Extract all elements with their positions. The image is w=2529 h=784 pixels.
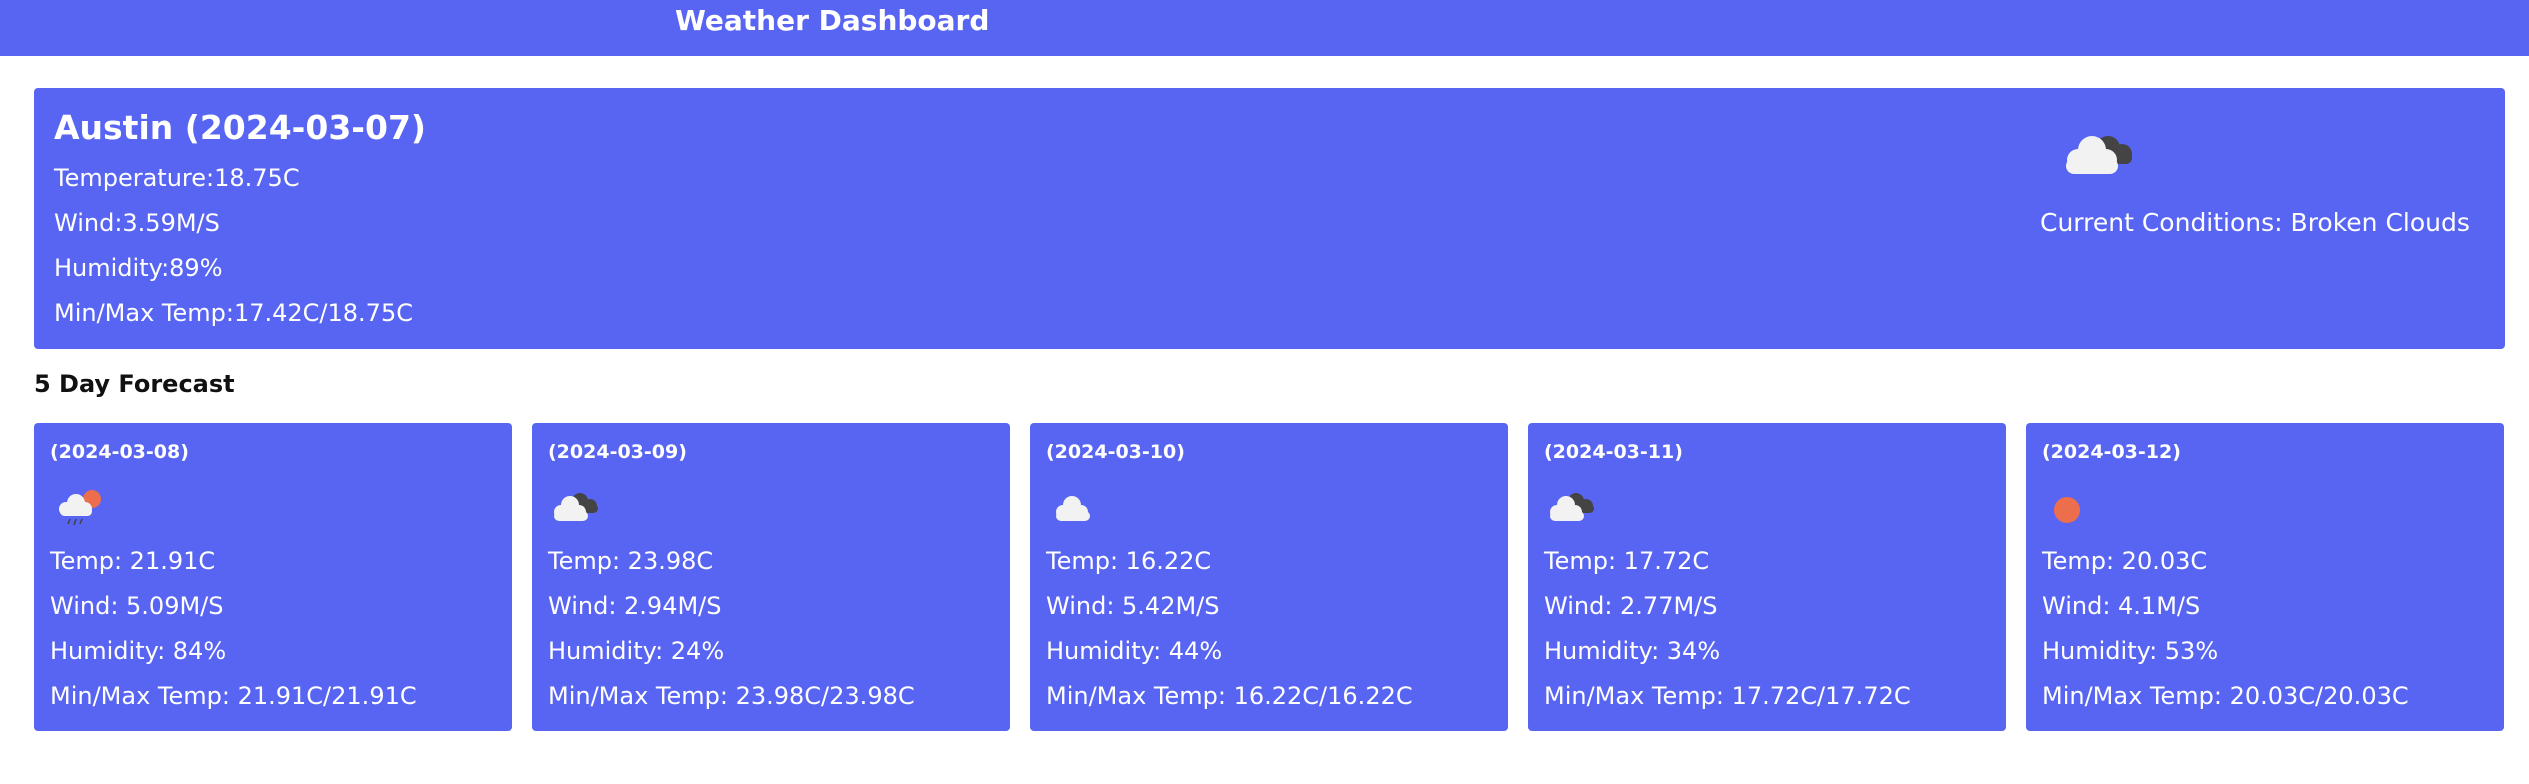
forecast-date: (2024-03-11)	[1544, 441, 1683, 463]
forecast-card: (2024-03-09) Temp: 23.98C Wind: 2.94M/S …	[532, 423, 1010, 731]
broken-clouds-icon	[554, 493, 598, 521]
page-title: Weather Dashboard	[675, 4, 990, 37]
forecast-minmax-temp: Min/Max Temp: 16.22C/16.22C	[1046, 682, 1413, 710]
forecast-card: (2024-03-12) Temp: 20.03C Wind: 4.1M/S H…	[2026, 423, 2504, 731]
forecast-humidity: Humidity: 24%	[548, 637, 725, 665]
forecast-card: (2024-03-08) Temp: 21.91C Wind: 5.09M/S …	[34, 423, 512, 731]
forecast-humidity: Humidity: 44%	[1046, 637, 1223, 665]
forecast-date: (2024-03-08)	[50, 441, 189, 463]
cloud-icon	[1056, 496, 1090, 521]
forecast-minmax-temp: Min/Max Temp: 20.03C/20.03C	[2042, 682, 2409, 710]
forecast-minmax-temp: Min/Max Temp: 23.98C/23.98C	[548, 682, 915, 710]
forecast-card: (2024-03-10) Temp: 16.22C Wind: 5.42M/S …	[1030, 423, 1508, 731]
current-temperature: Temperature:18.75C	[54, 164, 300, 192]
broken-clouds-icon	[1550, 493, 1594, 521]
forecast-humidity: Humidity: 34%	[1544, 637, 1721, 665]
forecast-date: (2024-03-09)	[548, 441, 687, 463]
forecast-wind: Wind: 5.09M/S	[50, 592, 224, 620]
forecast-temp: Temp: 17.72C	[1544, 547, 1710, 575]
forecast-minmax-temp: Min/Max Temp: 17.72C/17.72C	[1544, 682, 1911, 710]
forecast-card: (2024-03-11) Temp: 17.72C Wind: 2.77M/S …	[1528, 423, 2006, 731]
forecast-temp: Temp: 21.91C	[50, 547, 216, 575]
current-conditions: Current Conditions: Broken Clouds	[2040, 208, 2470, 237]
forecast-wind: Wind: 2.77M/S	[1544, 592, 1718, 620]
forecast-temp: Temp: 16.22C	[1046, 547, 1212, 575]
current-city-date: Austin (2024-03-07)	[54, 108, 426, 147]
app-header: Weather Dashboard	[0, 0, 2529, 56]
forecast-wind: Wind: 2.94M/S	[548, 592, 722, 620]
sun-icon	[2054, 497, 2080, 523]
current-minmax-temp: Min/Max Temp:17.42C/18.75C	[54, 299, 413, 327]
forecast-wind: Wind: 4.1M/S	[2042, 592, 2201, 620]
forecast-temp: Temp: 20.03C	[2042, 547, 2208, 575]
forecast-wind: Wind: 5.42M/S	[1046, 592, 1220, 620]
current-weather-panel: Austin (2024-03-07) Temperature:18.75C W…	[34, 88, 2505, 349]
forecast-minmax-temp: Min/Max Temp: 21.91C/21.91C	[50, 682, 417, 710]
forecast-humidity: Humidity: 84%	[50, 637, 227, 665]
broken-clouds-icon	[2066, 136, 2132, 174]
forecast-date: (2024-03-10)	[1046, 441, 1185, 463]
forecast-humidity: Humidity: 53%	[2042, 637, 2219, 665]
current-wind: Wind:3.59M/S	[54, 209, 220, 237]
current-humidity: Humidity:89%	[54, 254, 223, 282]
rain-sun-icon	[59, 490, 101, 526]
forecast-temp: Temp: 23.98C	[548, 547, 714, 575]
forecast-heading: 5 Day Forecast	[34, 370, 235, 398]
forecast-date: (2024-03-12)	[2042, 441, 2181, 463]
